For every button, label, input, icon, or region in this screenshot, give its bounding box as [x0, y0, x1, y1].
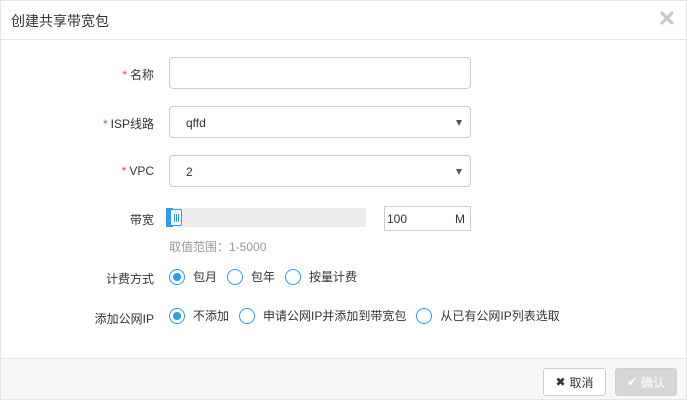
- radio-icon[interactable]: [169, 268, 185, 285]
- billing-option-payg[interactable]: 按量计费: [285, 268, 357, 285]
- vpc-select[interactable]: 2: [169, 155, 471, 187]
- close-icon[interactable]: [658, 9, 676, 27]
- billing-radio-group: 包月 包年 按量计费: [169, 268, 367, 285]
- isp-label: * ISP线路: [102, 117, 154, 131]
- bandwidth-value: 100: [387, 212, 408, 226]
- isp-select-value: qffd: [186, 116, 206, 130]
- radio-icon[interactable]: [285, 268, 302, 285]
- bandwidth-range-hint: 取值范围：1-5000: [169, 240, 267, 254]
- radio-icon[interactable]: [227, 268, 244, 285]
- isp-select[interactable]: qffd: [169, 106, 471, 138]
- radio-icon[interactable]: [169, 307, 185, 324]
- required-mark: *: [102, 117, 108, 131]
- bandwidth-input[interactable]: 100 M: [384, 206, 471, 231]
- radio-icon[interactable]: [239, 307, 256, 324]
- bandwidth-label: 带宽: [129, 213, 154, 227]
- required-mark: *: [121, 164, 127, 178]
- create-bandwidth-dialog: 创建共享带宽包 * 名称 * ISP线路 qffd * VPC 2 带宽 100 M …: [0, 0, 687, 400]
- vpc-label: * VPC: [121, 164, 154, 178]
- dialog-title: 创建共享带宽包: [11, 13, 109, 29]
- cancel-button[interactable]: ✖ 取消: [543, 368, 606, 396]
- public-ip-option-none[interactable]: 不添加: [169, 307, 229, 324]
- public-ip-option-apply[interactable]: 申请公网IP并添加到带宽包: [239, 307, 406, 324]
- name-label: * 名称: [122, 68, 154, 82]
- radio-icon[interactable]: [416, 307, 433, 324]
- required-mark: *: [122, 68, 127, 82]
- bandwidth-slider[interactable]: [166, 208, 366, 227]
- billing-option-monthly[interactable]: 包月: [169, 268, 217, 285]
- caret-down-icon: [456, 120, 462, 126]
- public-ip-label: 添加公网IP: [94, 312, 154, 326]
- public-ip-option-existing[interactable]: 从已有公网IP列表选取: [416, 307, 560, 324]
- dialog-footer: ✖ 取消 ✔ 确认: [1, 358, 686, 399]
- close-icon: ✖: [555, 375, 566, 389]
- dialog-header: 创建共享带宽包: [1, 1, 686, 40]
- vpc-select-value: 2: [186, 165, 193, 179]
- name-input[interactable]: [169, 57, 471, 89]
- public-ip-radio-group: 不添加 申请公网IP并添加到带宽包 从已有公网IP列表选取: [169, 307, 570, 324]
- caret-down-icon: [456, 169, 462, 175]
- bandwidth-unit: M: [455, 212, 465, 226]
- check-icon: ✔: [626, 375, 638, 389]
- slider-handle[interactable]: [170, 209, 182, 226]
- billing-label: 计费方式: [105, 272, 154, 286]
- billing-option-yearly[interactable]: 包年: [227, 268, 275, 285]
- confirm-button[interactable]: ✔ 确认: [615, 368, 677, 396]
